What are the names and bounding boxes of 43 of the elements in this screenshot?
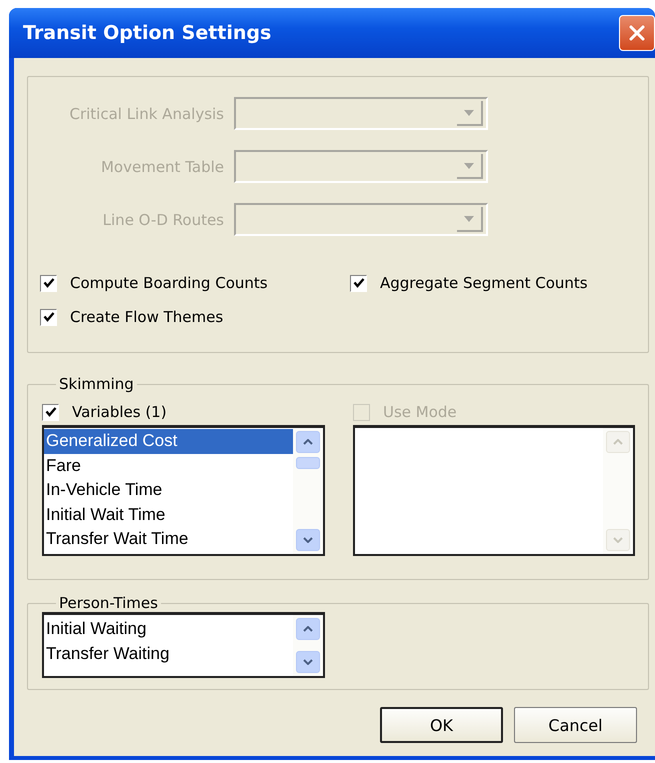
list-item[interactable]: Transfer Wait Time [44,527,293,552]
group-title: Skimming [58,375,135,393]
checkbox-option[interactable]: Compute Boarding Counts [40,274,350,292]
scroll-bar[interactable] [293,428,323,554]
window-title: Transit Option Settings [23,22,272,44]
scroll-up-icon [606,431,630,453]
checkbox[interactable] [350,274,367,292]
list-item[interactable]: Initial Waiting [44,616,293,641]
checkbox[interactable] [40,274,57,292]
list-item[interactable]: Initial Wait Time [44,502,293,527]
close-icon [628,24,646,42]
scroll-up-icon[interactable] [296,431,320,453]
scroll-down-icon[interactable] [296,651,320,673]
mode-list[interactable] [353,425,635,556]
group-title: Person-Times [58,594,159,612]
dropdown-label: Line O-D Routes [102,210,224,228]
dropdown-label: Movement Table [100,158,224,176]
scroll-bar[interactable] [293,615,323,676]
checkbox[interactable] [42,404,59,420]
dropdown-arrow-icon [457,207,483,232]
dropdown[interactable] [234,150,488,183]
dialog-button[interactable]: Cancel [514,707,637,743]
dropdown-arrow-icon [457,101,483,126]
scroll-thumb[interactable] [296,457,320,469]
scroll-down-icon[interactable] [296,529,320,551]
dialog-button[interactable]: OK [380,707,503,743]
dropdown[interactable] [234,203,488,236]
checkbox-option[interactable]: Aggregate Segment Counts [350,274,648,292]
dropdown-arrow-icon [457,154,483,179]
checkbox-option[interactable]: Create Flow Themes [40,308,350,326]
close-button[interactable] [619,15,655,51]
checkbox[interactable] [40,308,57,326]
list-item[interactable]: Generalized Cost [44,429,293,454]
scroll-down-icon [606,529,630,551]
variables-list[interactable]: Generalized Cost Fare In-Vehicle Time Initial Wait Time Transfer Wait Time [42,425,325,556]
scroll-up-icon[interactable] [296,618,320,640]
dropdown-label: Critical Link Analysis [68,104,224,122]
person-times-list[interactable]: Initial Waiting Transfer Waiting [42,612,325,678]
list-item[interactable]: Fare [44,454,293,478]
dropdown[interactable] [234,97,488,130]
checkbox-option[interactable]: Variables (1) [42,403,325,421]
list-item[interactable]: In-Vehicle Time [44,478,293,502]
list-item[interactable]: Transfer Waiting [44,641,293,666]
